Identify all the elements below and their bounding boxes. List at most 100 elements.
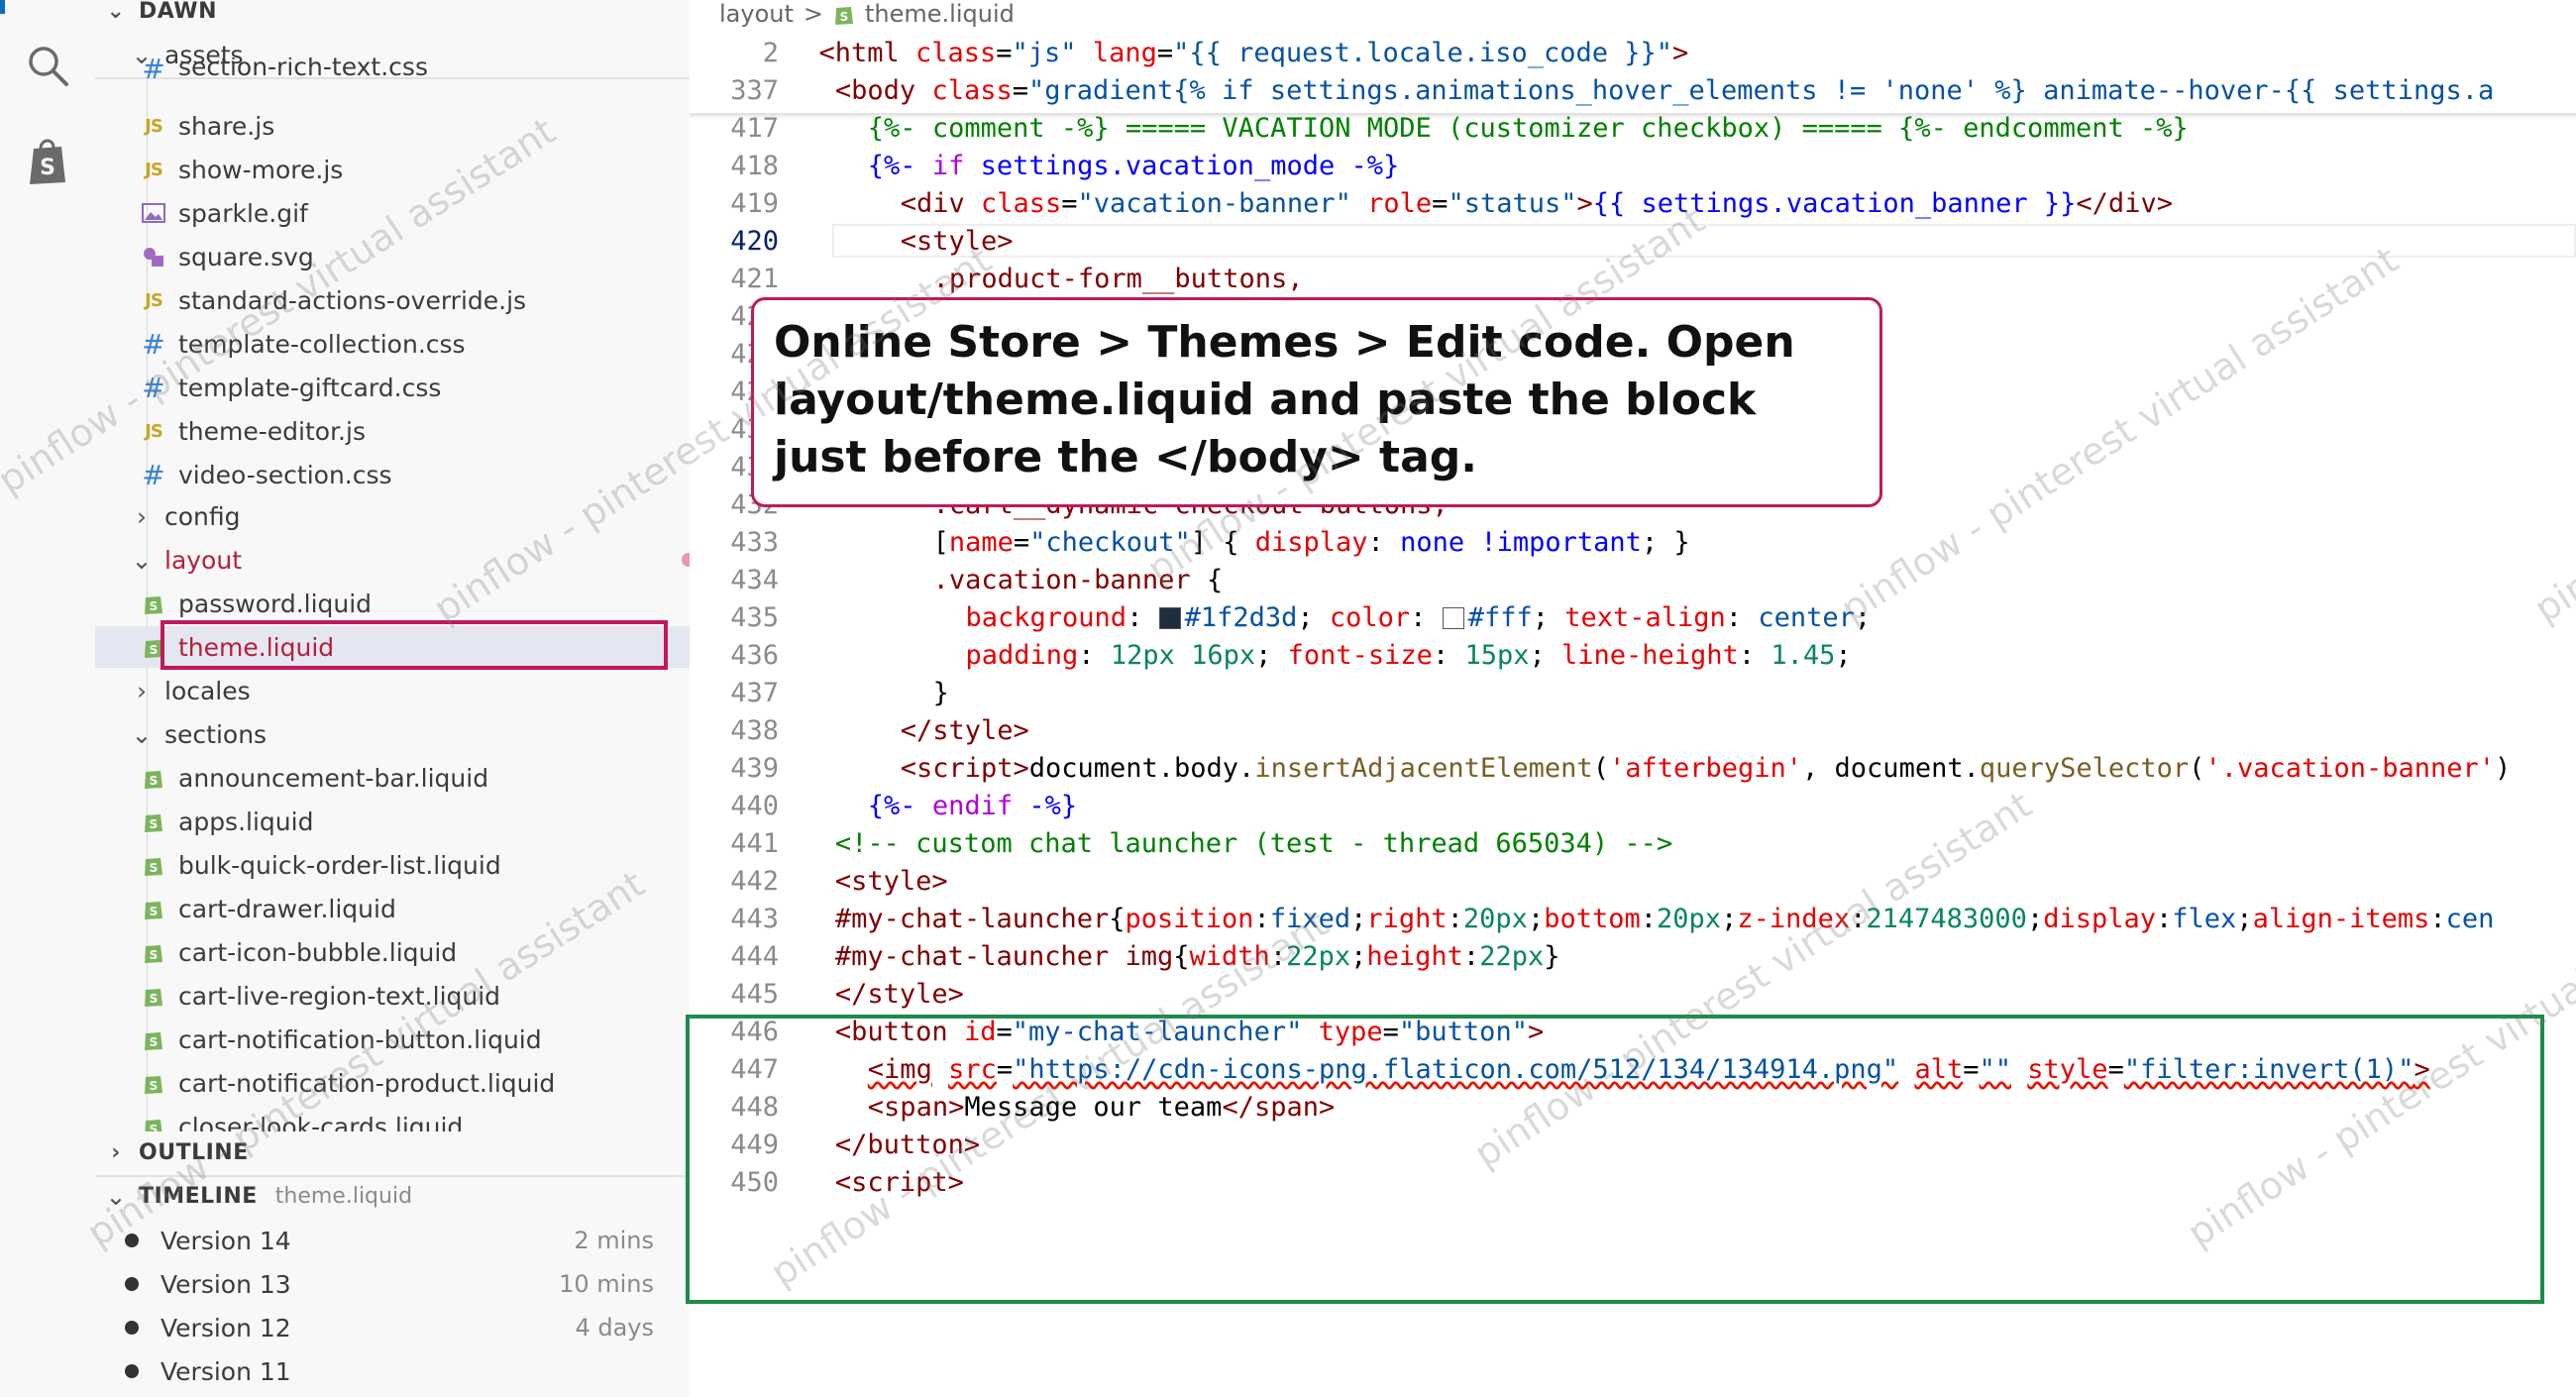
timeline-item[interactable]: Version 14 2 mins xyxy=(95,1219,690,1262)
code-token: <body xyxy=(834,74,916,106)
code-token: : xyxy=(2156,903,2173,934)
timeline-dot-icon xyxy=(125,1277,139,1291)
timeline-item[interactable]: Version 11 xyxy=(95,1349,690,1393)
code-editor[interactable]: layout > S theme.liquid 2 <html class="js… xyxy=(690,0,2576,1397)
current-line-highlight xyxy=(832,224,2576,258)
code-token: = xyxy=(1432,187,1449,219)
code-line[interactable]: 444 #my-chat-launcher img{width:22px;heig… xyxy=(690,937,2576,975)
code-token: } xyxy=(932,677,949,708)
code-token: ; xyxy=(1721,903,1738,934)
code-line[interactable]: 442 <style> xyxy=(690,862,2576,900)
code-token: "gradient{% if settings.animations_hover… xyxy=(1027,74,2495,106)
svg-text:S: S xyxy=(150,861,159,875)
explorer-root[interactable]: ⌄ DAWN xyxy=(95,0,690,32)
code-line[interactable]: 434 .vacation-banner { xyxy=(690,561,2576,598)
shopify-bag-icon[interactable]: S xyxy=(18,131,77,190)
outline-panel-header[interactable]: › OUTLINE xyxy=(95,1131,690,1173)
code-token: } xyxy=(1544,940,1560,972)
code-line[interactable]: 417 {%- comment -%} ===== VACATION MODE (… xyxy=(690,109,2576,147)
code-token: ] { xyxy=(1190,526,1255,558)
folder-locales[interactable]: › locales xyxy=(95,670,690,711)
file-row[interactable]: JS standard-actions-override.js xyxy=(95,279,690,321)
file-row[interactable]: Sannouncement-bar.liquid xyxy=(95,757,690,799)
code-line[interactable]: 440 {%- endif -%} xyxy=(690,787,2576,824)
file-row[interactable]: Scart-notification-product.liquid xyxy=(95,1062,690,1104)
liquid-file-icon: S xyxy=(141,765,166,791)
file-row[interactable]: Scart-icon-bubble.liquid xyxy=(95,931,690,973)
search-icon[interactable] xyxy=(18,36,77,95)
code-line[interactable]: 421 .product-form__buttons, xyxy=(690,260,2576,297)
code-line[interactable]: 418 {%- if settings.vacation_mode -%} xyxy=(690,147,2576,184)
code-line[interactable]: 437} xyxy=(690,674,2576,711)
file-row[interactable]: JS theme-editor.js xyxy=(95,410,690,452)
file-row[interactable]: Sapps.liquid xyxy=(95,801,690,842)
file-row[interactable]: # template-collection.css xyxy=(95,323,690,365)
folder-layout[interactable]: ⌄ layout xyxy=(95,539,690,581)
chevron-down-icon: ⌄ xyxy=(131,719,153,749)
line-number: 441 xyxy=(730,827,779,859)
chevron-right-icon: › xyxy=(111,1139,121,1165)
file-row[interactable]: Sbulk-quick-order-list.liquid xyxy=(95,844,690,886)
code-line[interactable]: 450 <script> xyxy=(690,1163,2576,1201)
code-line[interactable]: 433 [name="checkout"] { display: none !im… xyxy=(690,523,2576,561)
file-row[interactable]: # section-rich-text.css xyxy=(95,57,690,81)
file-row[interactable]: JS share.js xyxy=(95,105,690,147)
folder-sections[interactable]: ⌄ sections xyxy=(95,713,690,755)
timeline-item[interactable]: Version 13 10 mins xyxy=(95,1262,690,1306)
code-token: 20px xyxy=(1657,903,1722,934)
code-line[interactable]: 449 </button> xyxy=(690,1126,2576,1163)
line-text: [name="checkout"] { display: none !impor… xyxy=(933,527,1690,558)
code-token: = xyxy=(1382,1016,1399,1047)
file-row[interactable]: # video-section.css xyxy=(95,454,690,495)
code-line[interactable]: 438 </style> xyxy=(690,711,2576,749)
js-file-icon: JS xyxy=(145,159,163,180)
folder-config[interactable]: › config xyxy=(95,495,690,537)
svg-text:S: S xyxy=(150,905,159,918)
file-password-liquid[interactable]: S password.liquid xyxy=(95,583,690,624)
code-line[interactable]: 419 <div class="vacation-banner" role="st… xyxy=(690,184,2576,222)
js-file-icon: JS xyxy=(145,289,163,311)
file-row[interactable]: Scart-live-region-text.liquid xyxy=(95,975,690,1017)
timeline-item[interactable]: Version 12 4 days xyxy=(95,1306,690,1349)
code-line[interactable]: 420 <style> xyxy=(690,222,2576,260)
code-line[interactable]: 439 <script>document.body.insertAdjacentE… xyxy=(690,749,2576,787)
file-row[interactable]: Scart-drawer.liquid xyxy=(95,888,690,929)
code-line[interactable]: 441 <!-- custom chat launcher (test - thr… xyxy=(690,824,2576,862)
breadcrumb-file[interactable]: theme.liquid xyxy=(865,0,1015,28)
code-token: center xyxy=(1758,601,1855,633)
file-row[interactable]: Scart-notification-button.liquid xyxy=(95,1019,690,1060)
code-token: .vacation-banner xyxy=(932,564,1191,595)
code-token: ; xyxy=(1527,903,1545,934)
color-swatch[interactable] xyxy=(1442,607,1464,629)
code-token: "" xyxy=(1979,1053,2012,1085)
file-row[interactable]: sparkle.gif xyxy=(95,192,690,234)
line-number: 450 xyxy=(730,1166,779,1198)
file-label: apps.liquid xyxy=(178,806,314,836)
line-number: 440 xyxy=(730,790,779,821)
file-row[interactable]: square.svg xyxy=(95,236,690,277)
code-line[interactable]: 445 </style> xyxy=(690,975,2576,1013)
timeline-panel-header[interactable]: ⌄ TIMELINE theme.liquid xyxy=(95,1175,690,1217)
code-line[interactable]: 436 padding: 12px 16px; font-size: 15px; … xyxy=(690,636,2576,674)
file-theme-liquid[interactable]: S theme.liquid 3 xyxy=(95,626,690,668)
code-token: {{ settings.vacation_banner }} xyxy=(1592,187,2077,219)
code-line[interactable]: 2 <html class="js" lang="{{ request.local… xyxy=(690,34,2576,71)
code-token: width xyxy=(1189,940,1270,972)
file-label: square.svg xyxy=(178,242,314,271)
code-line[interactable]: 446 <button id="my-chat-launcher" type="b… xyxy=(690,1013,2576,1050)
code-token: {%- xyxy=(867,150,932,181)
code-line[interactable]: 443 #my-chat-launcher{position:fixed;righ… xyxy=(690,900,2576,937)
file-row[interactable]: # template-giftcard.css xyxy=(95,367,690,408)
liquid-file-icon: S xyxy=(141,1070,166,1096)
code-line[interactable]: 448 <span>Message our team</span> xyxy=(690,1088,2576,1126)
instruction-callout: Online Store > Themes > Edit code. Open … xyxy=(751,297,1882,507)
code-line[interactable]: 447 <img src="https://cdn-icons-png.flati… xyxy=(690,1050,2576,1088)
file-row[interactable]: JS show-more.js xyxy=(95,149,690,190)
breadcrumb-folder[interactable]: layout xyxy=(719,0,794,28)
code-line[interactable]: 337 <body class="gradient{% if settings.a… xyxy=(690,71,2576,109)
color-swatch[interactable] xyxy=(1158,607,1181,629)
code-token: "https://cdn-icons-png.flaticon.com/512/… xyxy=(1013,1053,1899,1085)
code-line[interactable]: 435 background: #1f2d3d; color: #fff; tex… xyxy=(690,598,2576,636)
